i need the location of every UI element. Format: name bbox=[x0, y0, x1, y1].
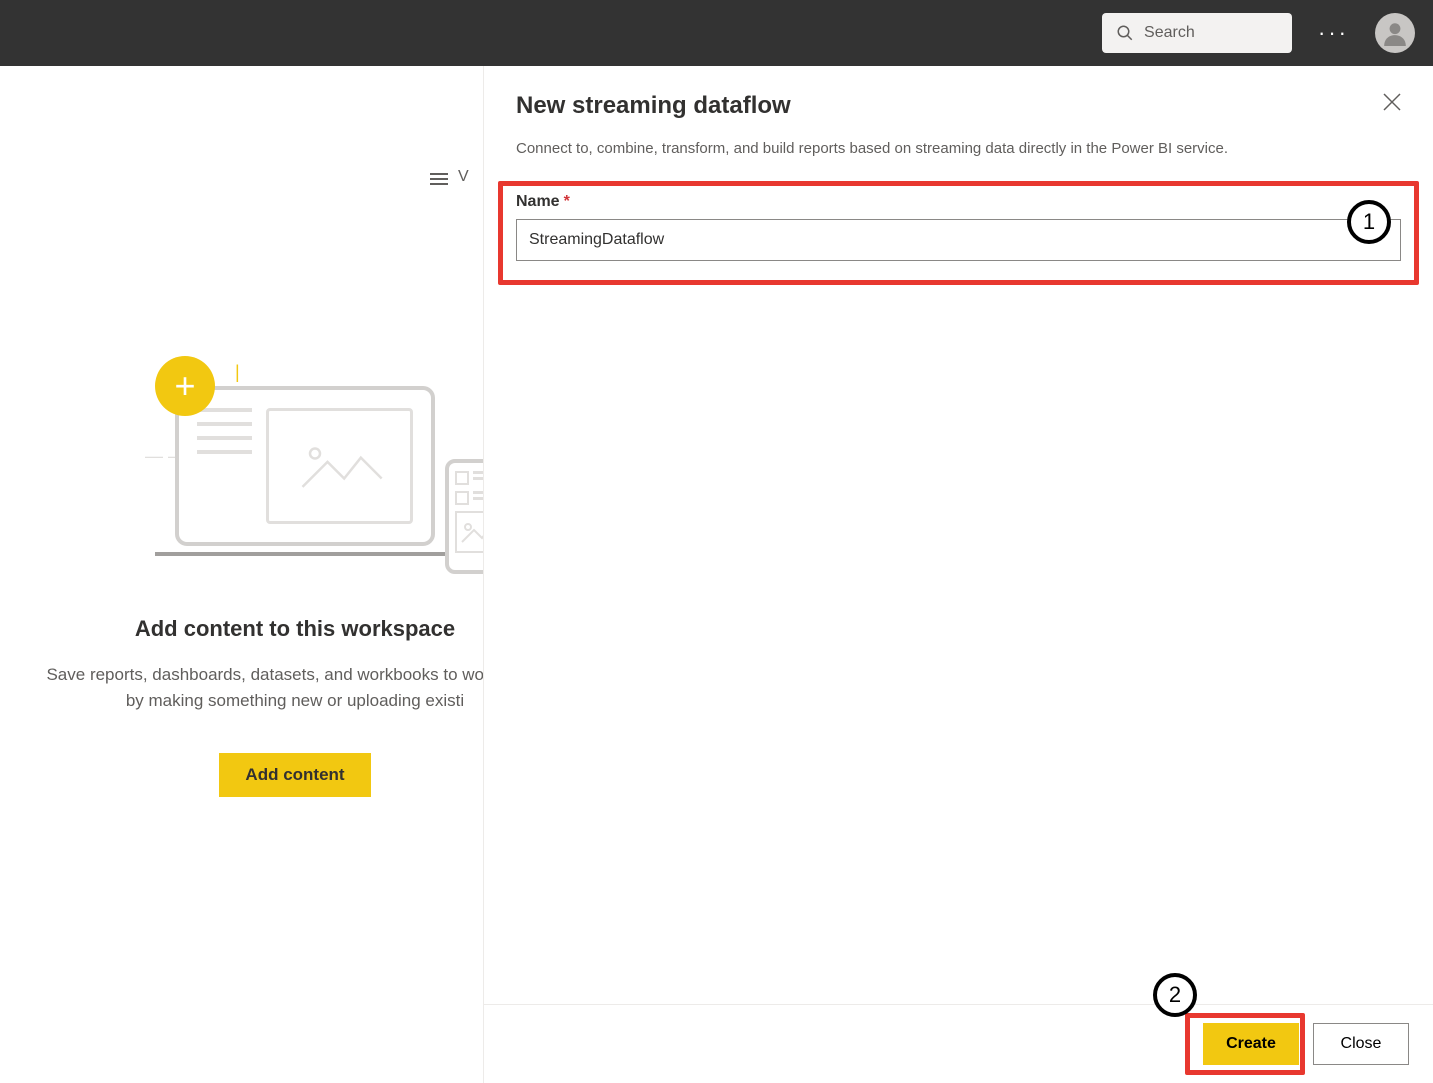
add-content-button[interactable]: Add content bbox=[219, 753, 370, 797]
person-icon bbox=[1382, 20, 1408, 46]
name-field-group: Name* bbox=[498, 181, 1419, 285]
name-input[interactable] bbox=[516, 219, 1401, 261]
close-button[interactable]: Close bbox=[1313, 1023, 1409, 1065]
callout-badge-1: 1 bbox=[1347, 200, 1391, 244]
plus-circle-icon: + bbox=[155, 356, 215, 416]
workspace-illustration: + | + + — — bbox=[115, 356, 475, 586]
name-label-text: Name bbox=[516, 193, 560, 210]
user-avatar[interactable] bbox=[1375, 13, 1415, 53]
close-panel-button[interactable] bbox=[1383, 92, 1401, 116]
name-field-label: Name* bbox=[516, 193, 1401, 211]
panel-description: Connect to, combine, transform, and buil… bbox=[484, 138, 1433, 181]
search-input[interactable]: Search bbox=[1102, 13, 1292, 53]
create-button[interactable]: Create bbox=[1203, 1023, 1299, 1065]
close-icon bbox=[1383, 93, 1401, 111]
panel-footer: 2 Create Close bbox=[484, 1004, 1433, 1083]
required-marker: * bbox=[564, 193, 570, 210]
empty-state-heading: Add content to this workspace bbox=[30, 616, 560, 642]
callout-badge-2: 2 bbox=[1153, 973, 1197, 1017]
search-icon bbox=[1116, 24, 1134, 42]
menu-icon bbox=[430, 172, 448, 186]
sparkle-icon: | bbox=[235, 362, 240, 383]
top-header: Search ··· bbox=[0, 0, 1433, 66]
view-label-fragment: V bbox=[458, 168, 469, 186]
workspace-empty-state: + | + + — — bbox=[0, 216, 560, 797]
panel-title: New streaming dataflow bbox=[516, 92, 791, 120]
empty-state-description: Save reports, dashboards, datasets, and … bbox=[30, 662, 560, 713]
new-streaming-dataflow-panel: New streaming dataflow Connect to, combi… bbox=[483, 66, 1433, 1083]
search-placeholder: Search bbox=[1144, 24, 1195, 42]
more-options-button[interactable]: ··· bbox=[1312, 16, 1355, 50]
laptop-icon bbox=[175, 386, 445, 566]
